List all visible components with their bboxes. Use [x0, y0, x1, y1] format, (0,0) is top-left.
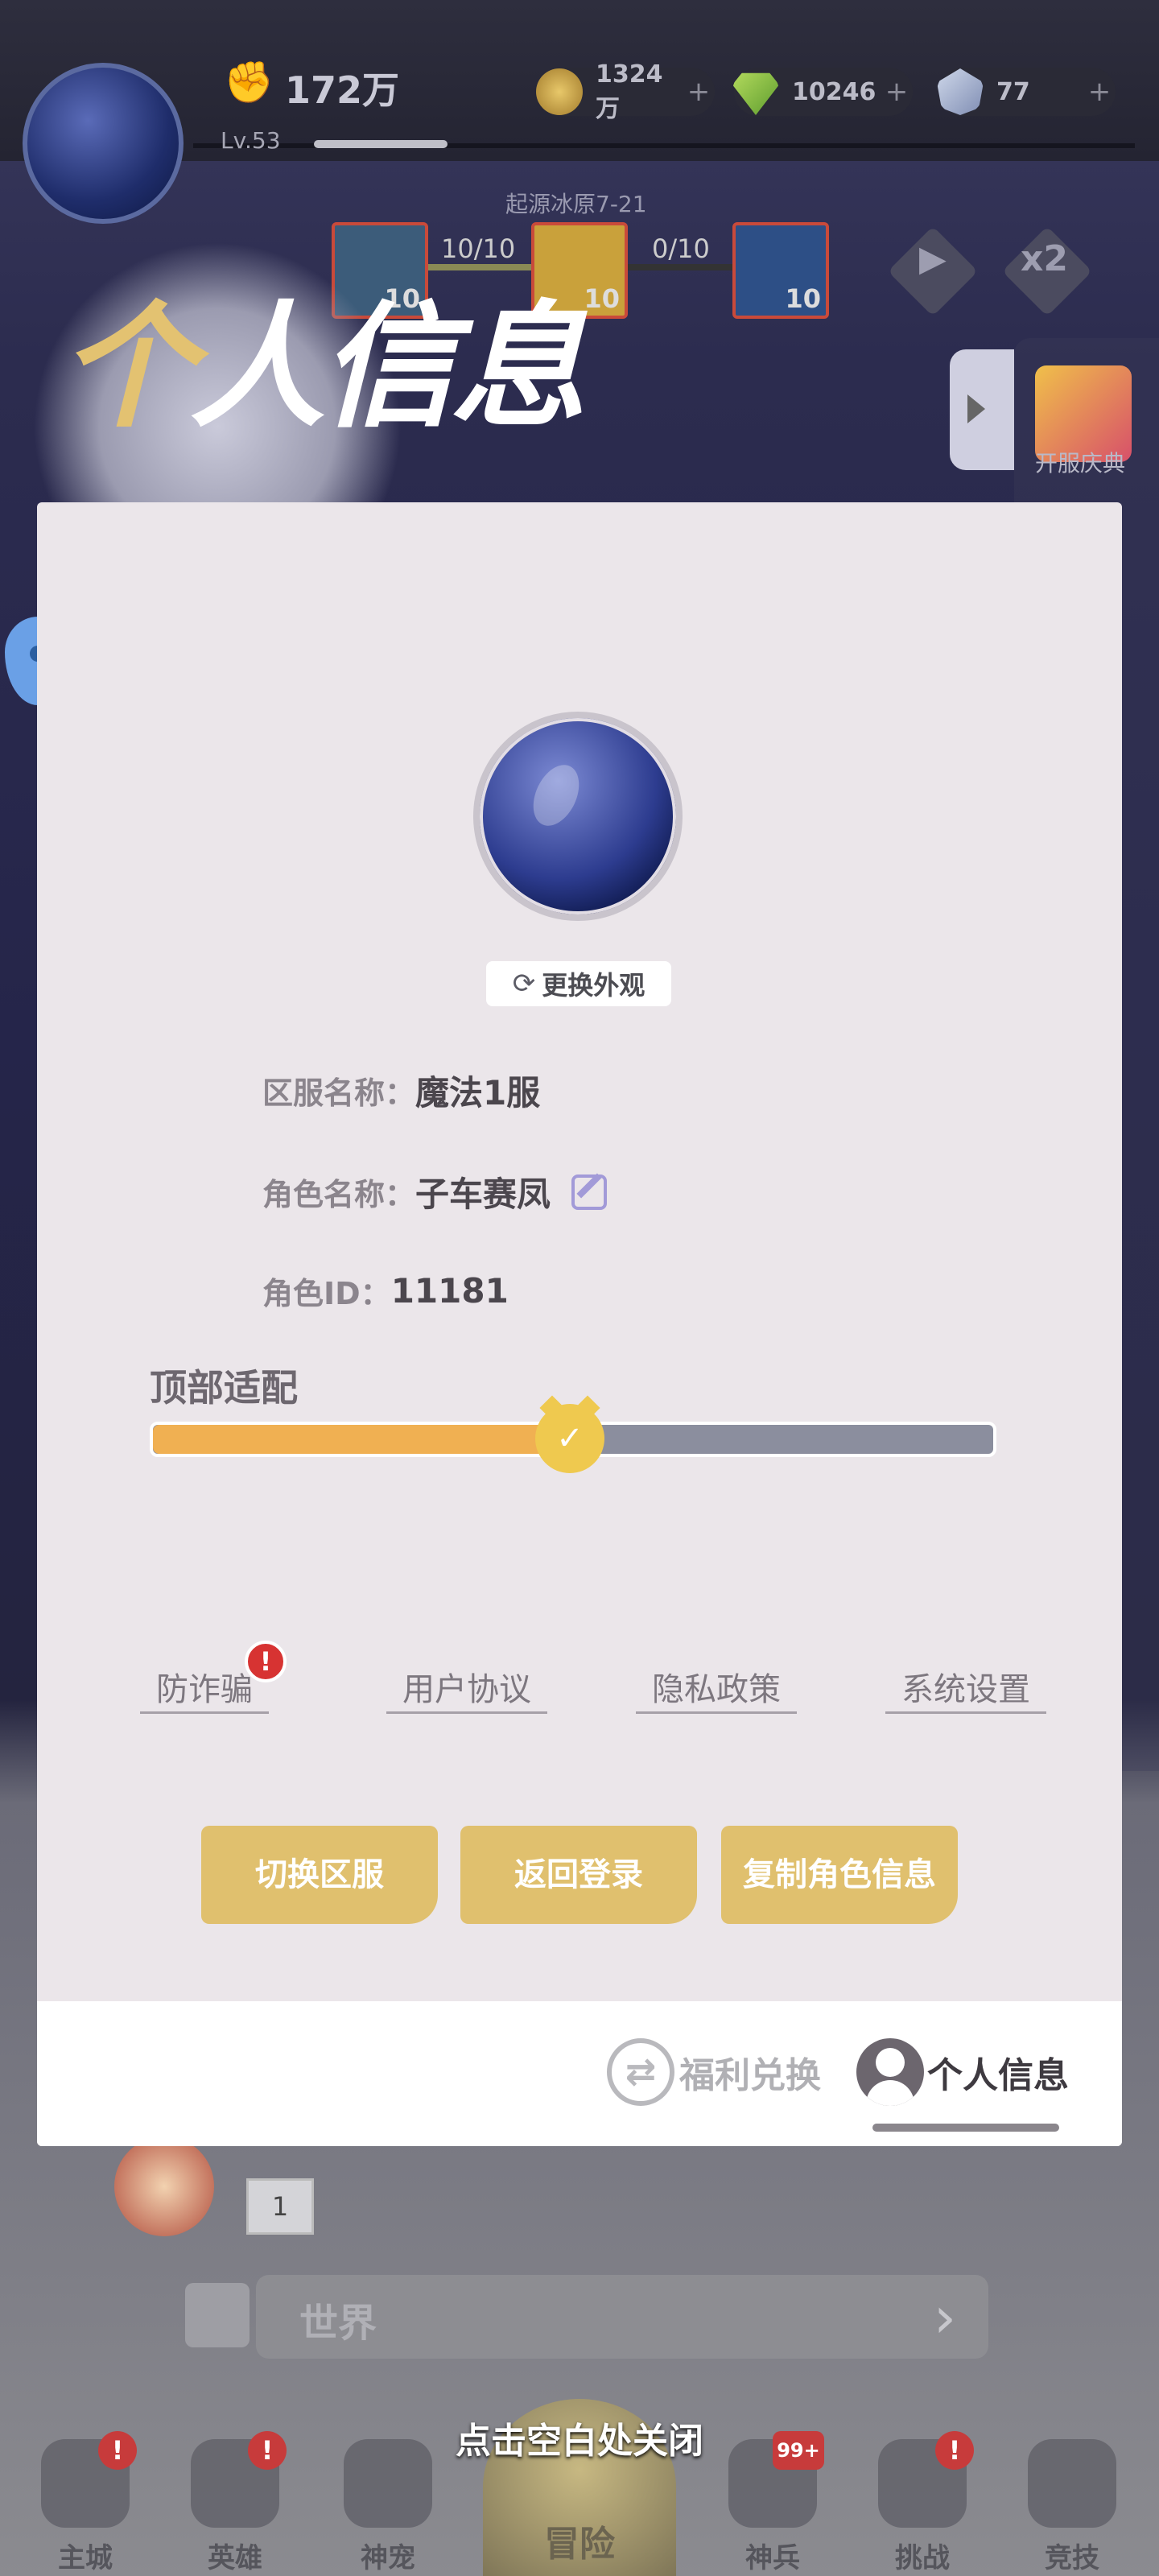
chat-avatar[interactable]: [114, 2136, 214, 2236]
player-level: Lv.53: [221, 127, 281, 154]
edit-icon[interactable]: [571, 1174, 608, 1210]
profile-dialog: ⟳ 更换外观 区服名称： 魔法1服 角色名称： 子车赛凤 角色ID： 11181…: [37, 502, 1122, 2146]
gold-amount: 1324万: [596, 60, 663, 123]
stage-reward-card-3[interactable]: 10: [732, 222, 829, 319]
player-avatar[interactable]: [23, 63, 184, 224]
role-name-value: 子车赛凤: [415, 1174, 551, 1214]
user-agreement-link[interactable]: 用户协议: [386, 1663, 547, 1714]
server-label: 区服名称：: [262, 1075, 416, 1111]
tab-welfare-exchange[interactable]: ⇄ 福利兑换: [607, 2038, 821, 2106]
stage-progress-line: [428, 264, 533, 270]
egg-highlight: [524, 758, 588, 833]
overlay-title: 个人信息: [60, 299, 586, 435]
gem-resource[interactable]: 10246 +: [732, 68, 913, 116]
stage-progress-right: 0/10: [652, 233, 710, 264]
crystal-icon: [937, 68, 984, 115]
stage-progress-left: 10/10: [441, 233, 516, 264]
exchange-icon: ⇄: [607, 2038, 674, 2106]
crystal-resource[interactable]: 77 +: [937, 68, 1116, 116]
role-id-value: 11181: [390, 1271, 509, 1311]
stage-name: 起源冰原7-21: [505, 191, 647, 217]
role-id-label: 角色ID：: [262, 1276, 391, 1311]
system-settings-link[interactable]: 系统设置: [885, 1663, 1046, 1714]
chat-count: 1: [246, 2178, 314, 2235]
add-gold-button[interactable]: +: [683, 76, 715, 108]
overlay-title-rest: 人信息: [190, 288, 586, 446]
tab-label: 福利兑换: [679, 2055, 821, 2096]
add-gem-button[interactable]: +: [881, 76, 913, 108]
fist-power-icon: ✊: [224, 59, 274, 105]
close-hint: 点击空白处关闭: [456, 2421, 703, 2462]
crystal-amount: 77: [996, 77, 1030, 106]
copy-role-info-button[interactable]: 复制角色信息: [721, 1826, 958, 1924]
tab-profile[interactable]: 个人信息: [856, 2038, 1069, 2106]
card-count: 10: [785, 283, 821, 314]
user-icon: [856, 2038, 924, 2106]
open-celebration-label: 开服庆典: [1035, 450, 1126, 477]
server-row: 区服名称： 魔法1服: [262, 1066, 540, 1115]
chevron-right-icon[interactable]: ›: [934, 2285, 956, 2351]
xp-bar: [314, 140, 448, 148]
role-name-label: 角色名称：: [262, 1177, 416, 1212]
alert-badge: !: [245, 1641, 287, 1682]
side-panel-toggle[interactable]: [950, 349, 1014, 470]
tab-label: 个人信息: [927, 2055, 1069, 2096]
change-appearance-button[interactable]: ⟳ 更换外观: [486, 961, 671, 1006]
change-appearance-label: 更换外观: [542, 970, 645, 1001]
gold-resource[interactable]: 1324万 +: [536, 60, 715, 123]
chat-channel[interactable]: 世界: [299, 2291, 377, 2347]
server-value: 魔法1服: [415, 1073, 541, 1113]
privacy-policy-link[interactable]: 隐私政策: [636, 1663, 797, 1714]
add-crystal-button[interactable]: +: [1083, 76, 1116, 108]
nav-adventure-label: 冒险: [544, 2524, 615, 2565]
combat-power: 172万: [285, 68, 400, 112]
profile-avatar[interactable]: [473, 712, 683, 921]
slider-knob-check-icon[interactable]: ✓: [535, 1404, 604, 1473]
overlay-title-first-char: 个: [60, 288, 195, 446]
role-id-row: 角色ID： 11181: [262, 1269, 509, 1313]
gold-coin-icon: [536, 68, 583, 115]
active-tab-indicator: [872, 2124, 1059, 2132]
back-to-login-button[interactable]: 返回登录: [460, 1826, 697, 1924]
switch-server-button[interactable]: 切换区服: [201, 1826, 438, 1924]
role-name-row: 角色名称： 子车赛凤: [262, 1167, 608, 1216]
top-adapt-label: 顶部适配: [150, 1366, 298, 1410]
gem-amount: 10246: [792, 77, 876, 106]
stage-progress-line: [628, 264, 732, 270]
refresh-icon: ⟳: [512, 968, 536, 1000]
speed-x2-label: x2: [1021, 238, 1068, 279]
chat-edit-icon[interactable]: [185, 2283, 250, 2347]
card-count: 10: [584, 283, 620, 314]
play-icon: ▶: [919, 238, 947, 279]
slider-fill: [153, 1425, 573, 1454]
